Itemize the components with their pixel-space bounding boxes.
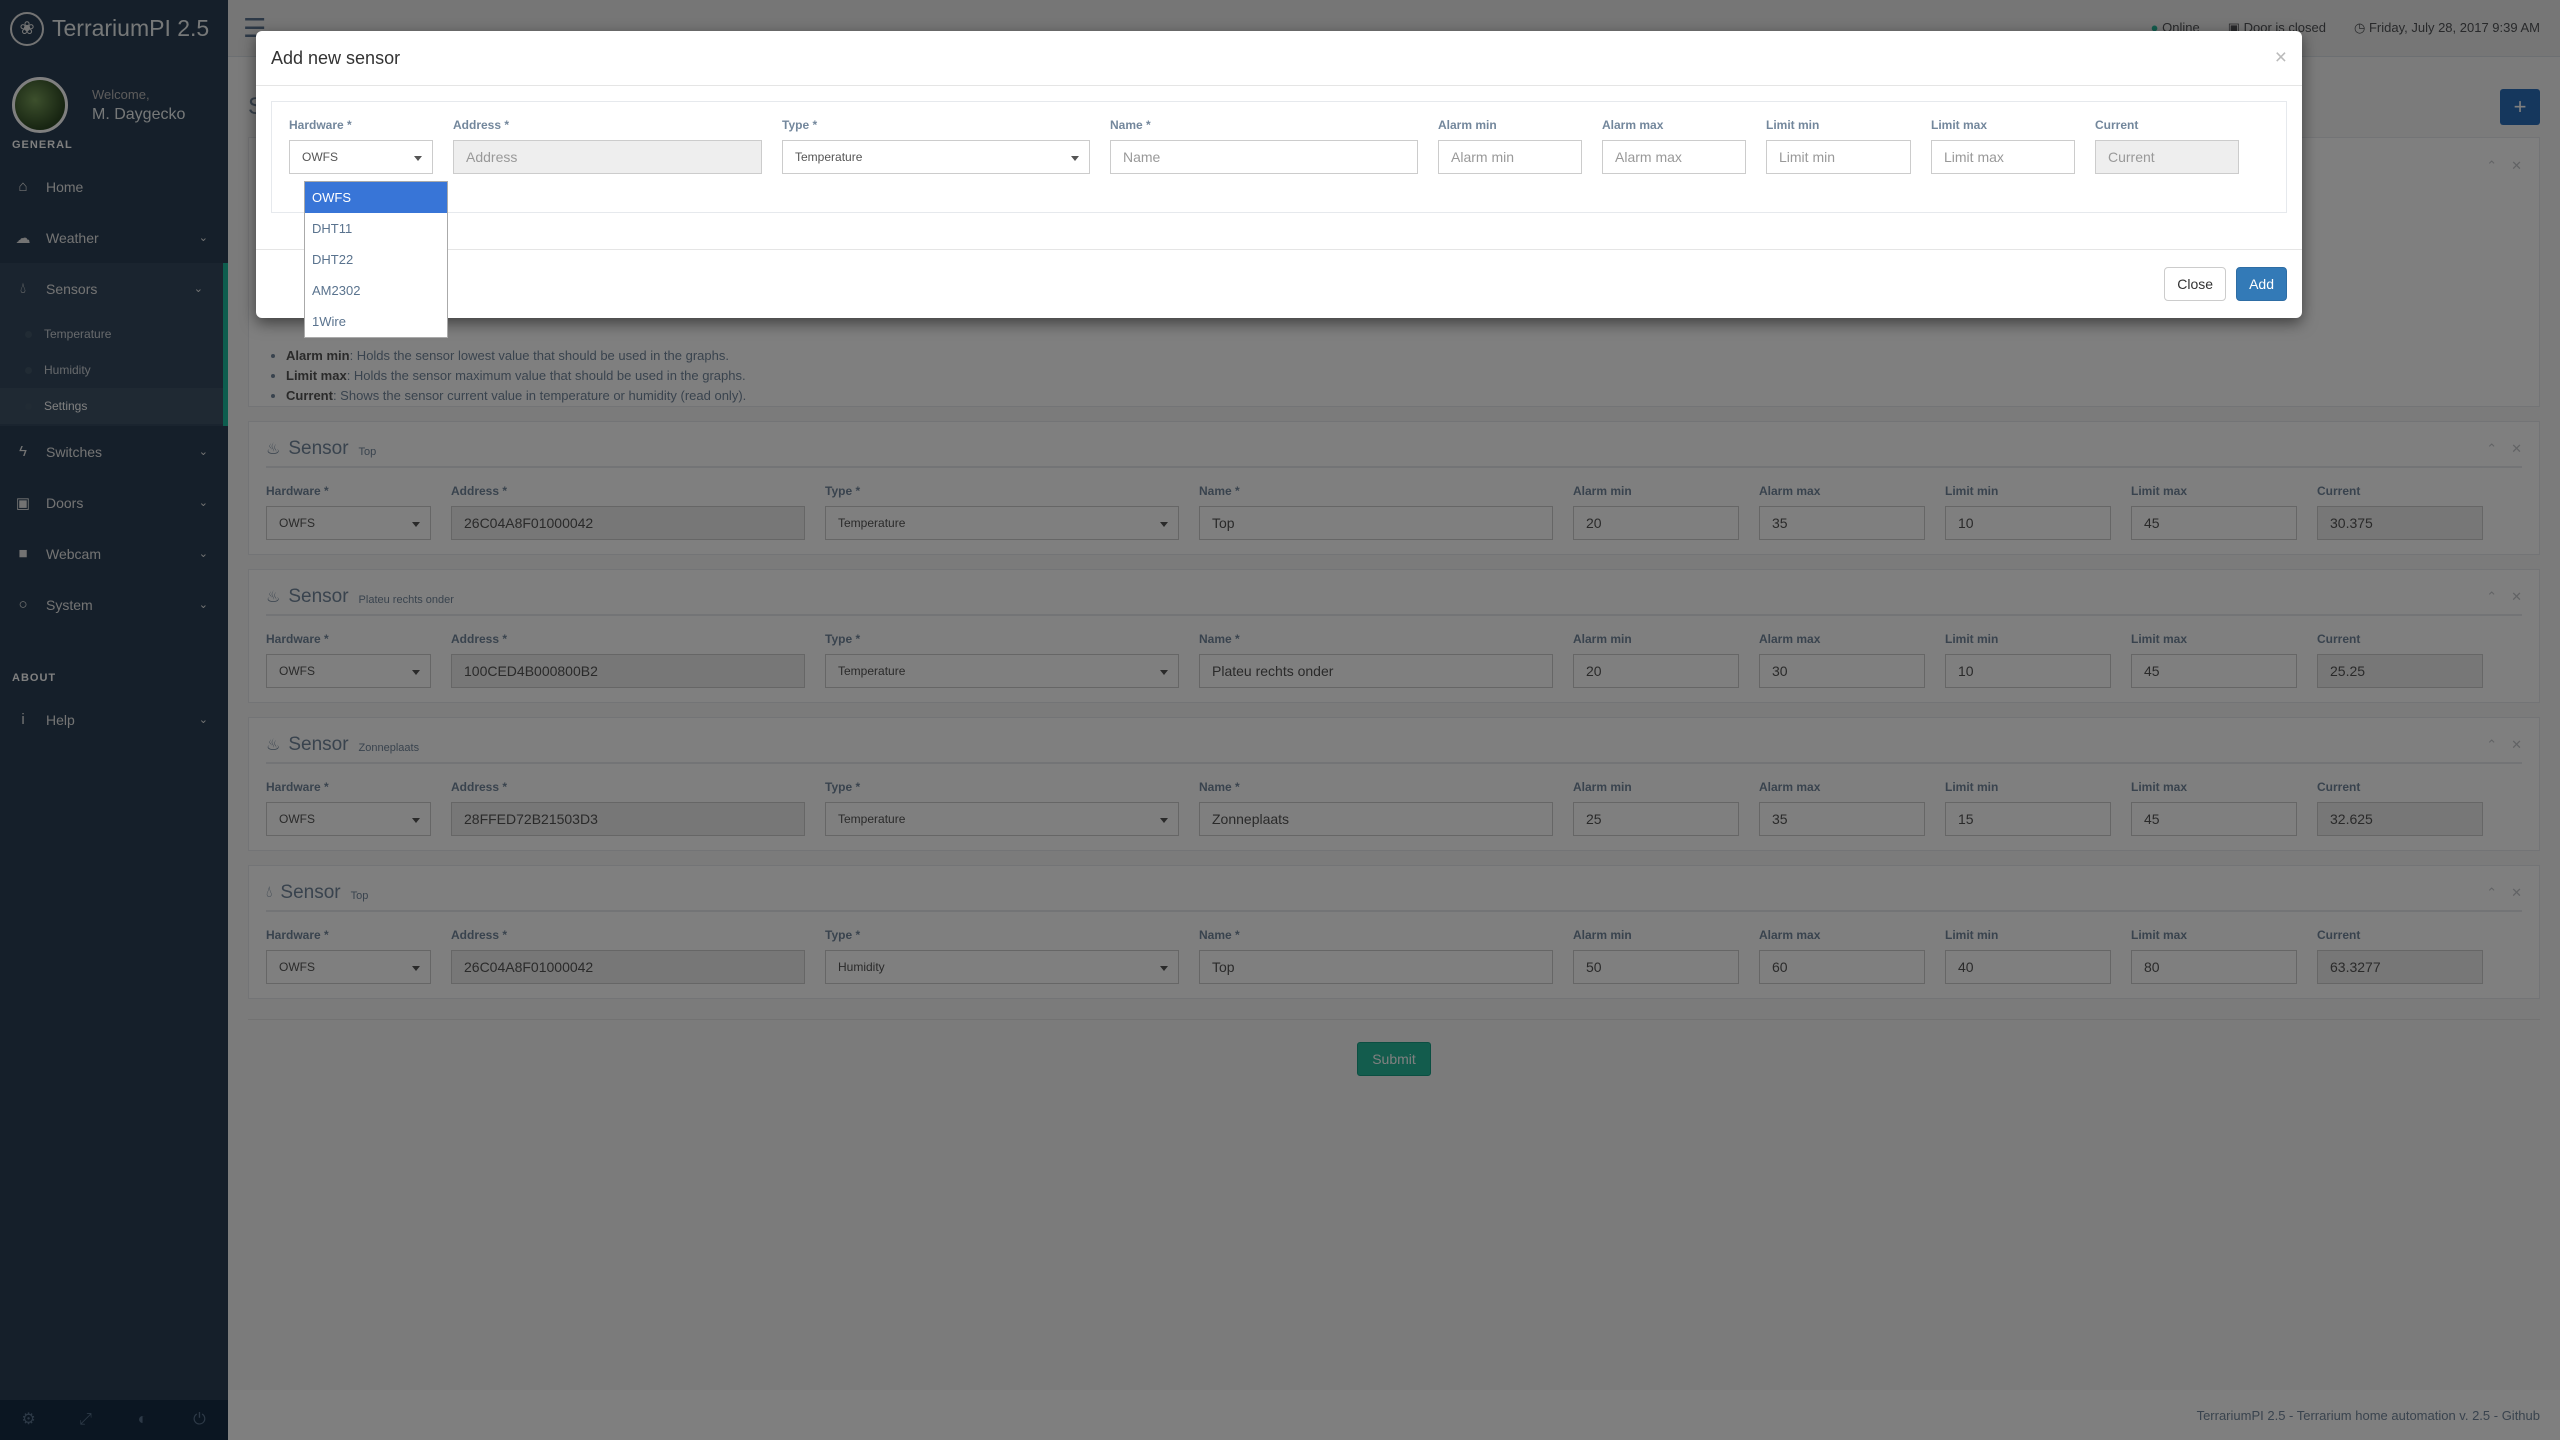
type-label: Type * (782, 118, 818, 132)
alarm-min-label: Alarm min (1438, 118, 1497, 132)
new-sensor-form: Hardware * OWFS Address * Address Type *… (271, 101, 2287, 213)
alarm-min-field[interactable]: Alarm min (1438, 140, 1582, 174)
limit-min-label: Limit min (1766, 118, 1820, 132)
hardware-option[interactable]: OWFS (305, 182, 447, 213)
add-sensor-modal: Add new sensor × Hardware * OWFS Address… (256, 31, 2302, 318)
alarm-max-field[interactable]: Alarm max (1602, 140, 1746, 174)
current-field: Current (2095, 140, 2239, 174)
name-label: Name * (1110, 118, 1151, 132)
modal-title: Add new sensor (271, 47, 401, 68)
limit-max-field[interactable]: Limit max (1931, 140, 2075, 174)
address-label: Address * (453, 118, 510, 132)
add-button[interactable]: Add (2236, 267, 2287, 301)
limit-min-field[interactable]: Limit min (1766, 140, 1911, 174)
hardware-option[interactable]: 1Wire (305, 306, 447, 337)
limit-max-label: Limit max (1931, 118, 1988, 132)
close-icon[interactable]: × (2275, 46, 2287, 70)
hardware-option[interactable]: DHT22 (305, 244, 447, 275)
close-button[interactable]: Close (2164, 267, 2227, 301)
hardware-option[interactable]: AM2302 (305, 275, 447, 306)
name-field[interactable]: Name (1110, 140, 1418, 174)
address-field[interactable]: Address (453, 140, 762, 174)
current-label: Current (2095, 118, 2139, 132)
type-select[interactable]: Temperature (782, 140, 1090, 174)
hardware-label: Hardware * (289, 118, 352, 132)
hardware-select[interactable]: OWFS (289, 140, 433, 174)
hardware-dropdown: OWFS DHT11 DHT22 AM2302 1Wire (304, 181, 448, 338)
alarm-max-label: Alarm max (1602, 118, 1664, 132)
hardware-option[interactable]: DHT11 (305, 213, 447, 244)
